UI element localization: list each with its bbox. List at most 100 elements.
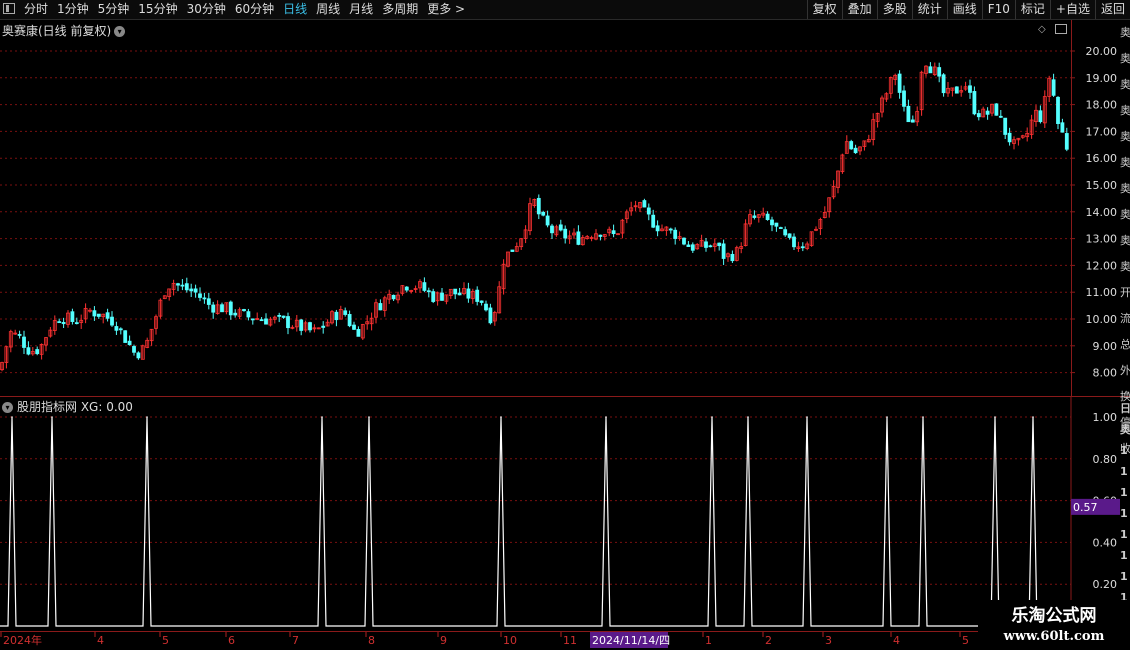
candle [488, 303, 493, 325]
candle [114, 321, 119, 335]
candle [110, 311, 114, 327]
candle [228, 300, 233, 320]
candle [453, 288, 458, 300]
current-value-tag-label: 0.57 [1073, 501, 1098, 514]
candle [563, 225, 568, 244]
tab-period-6[interactable]: 日线 [283, 0, 307, 19]
toolbar-button-0[interactable]: 复权 [806, 0, 842, 19]
candle [17, 330, 22, 339]
xg-spike-point [711, 416, 713, 418]
candle [272, 315, 277, 324]
candle [70, 308, 75, 325]
right-strip-char: 奥 [1120, 423, 1130, 436]
candle [343, 307, 348, 317]
tab-period-2[interactable]: 5分钟 [98, 0, 130, 19]
candle [176, 282, 180, 292]
candle [902, 85, 906, 112]
date-label: 1 [705, 634, 712, 647]
toolbar-button-2[interactable]: 多股 [876, 0, 912, 19]
toolbar-button-3[interactable]: 统计 [911, 0, 947, 19]
candle [440, 287, 444, 301]
date-label: 11 [563, 634, 577, 647]
y-tick-label: 8.00 [1093, 367, 1118, 380]
candle [83, 303, 88, 324]
candle [413, 285, 418, 293]
toolbar-button-7[interactable]: +自选 [1049, 0, 1095, 19]
candle [809, 231, 814, 247]
candle [695, 243, 700, 250]
date-label: 4 [97, 634, 104, 647]
candle [968, 79, 972, 99]
tab-period-0[interactable]: 分时 [24, 0, 48, 19]
candle [497, 281, 502, 314]
candle [532, 198, 537, 208]
xg-spike-point [922, 416, 924, 418]
candle [822, 206, 827, 219]
candle [233, 309, 238, 318]
watermark-line1: 乐淘公式网 [1011, 606, 1097, 626]
candle [158, 298, 163, 319]
layout-toggle-icon[interactable] [3, 3, 15, 14]
candle [198, 287, 202, 302]
toolbar-button-6[interactable]: 标记 [1014, 0, 1050, 19]
y-tick-label: 10.00 [1086, 313, 1118, 326]
candle [642, 198, 647, 208]
tab-period-5[interactable]: 60分钟 [235, 0, 274, 19]
tab-period-8[interactable]: 月线 [349, 0, 373, 19]
candle [492, 310, 497, 326]
xg-spike-point [886, 416, 888, 418]
candle [1060, 118, 1065, 133]
y-tick-label: 16.00 [1086, 152, 1118, 165]
candle [171, 279, 176, 296]
candle [998, 110, 1003, 118]
candle [334, 309, 339, 327]
candle [475, 286, 480, 306]
tab-period-10[interactable]: 更多 > [427, 0, 465, 19]
toolbar-button-1[interactable]: 叠加 [841, 0, 877, 19]
candle [404, 286, 409, 293]
tab-period-3[interactable]: 15分钟 [138, 0, 177, 19]
tab-period-1[interactable]: 1分钟 [57, 0, 89, 19]
candle [620, 218, 625, 239]
candle [633, 200, 638, 212]
candle [915, 106, 920, 127]
toolbar-button-4[interactable]: 画线 [946, 0, 982, 19]
candle [871, 113, 876, 146]
candle [193, 284, 198, 298]
candle [61, 317, 66, 329]
toolbar-button-8[interactable]: 返回 [1094, 0, 1130, 19]
y-tick-label: 20.00 [1086, 45, 1118, 58]
y-tick-label: 11.00 [1086, 286, 1118, 299]
xg-spike-point [994, 416, 996, 418]
indicator-chart[interactable]: 1.000.800.600.400.200.57 [0, 397, 1120, 631]
toolbar-right-buttons: 复权 叠加 多股 统计 画线 F10 标记 +自选 返回 [806, 0, 1130, 19]
candle [792, 233, 796, 251]
xg-spike-point [51, 416, 53, 418]
candle [924, 65, 928, 77]
candle [712, 238, 717, 252]
candle [294, 314, 299, 332]
candle [937, 62, 942, 83]
candle [448, 288, 453, 299]
tab-period-4[interactable]: 30分钟 [187, 0, 226, 19]
xg-spike-point [605, 416, 607, 418]
candle [308, 321, 312, 333]
candlestick-chart[interactable]: 20.00 19.00 18.00 17.00 16.00 15.00 14.00 13.00… [0, 20, 1120, 396]
candle [101, 313, 106, 324]
y-tick-label: 19.00 [1086, 72, 1118, 85]
tab-period-9[interactable]: 多周期 [382, 0, 418, 19]
candle [734, 245, 739, 262]
candle [457, 287, 462, 296]
right-strip-char: 1 [1120, 465, 1128, 478]
candle [972, 86, 977, 116]
candle [127, 335, 132, 346]
candle [30, 346, 35, 356]
candle [484, 300, 488, 312]
tab-period-7[interactable]: 周线 [316, 0, 340, 19]
date-label: 3 [825, 634, 832, 647]
toolbar-button-5[interactable]: F10 [981, 0, 1015, 19]
candle [796, 241, 801, 252]
candle [462, 282, 466, 296]
right-strip-char: 总 [1120, 338, 1130, 351]
xg-spike-point [146, 416, 148, 418]
